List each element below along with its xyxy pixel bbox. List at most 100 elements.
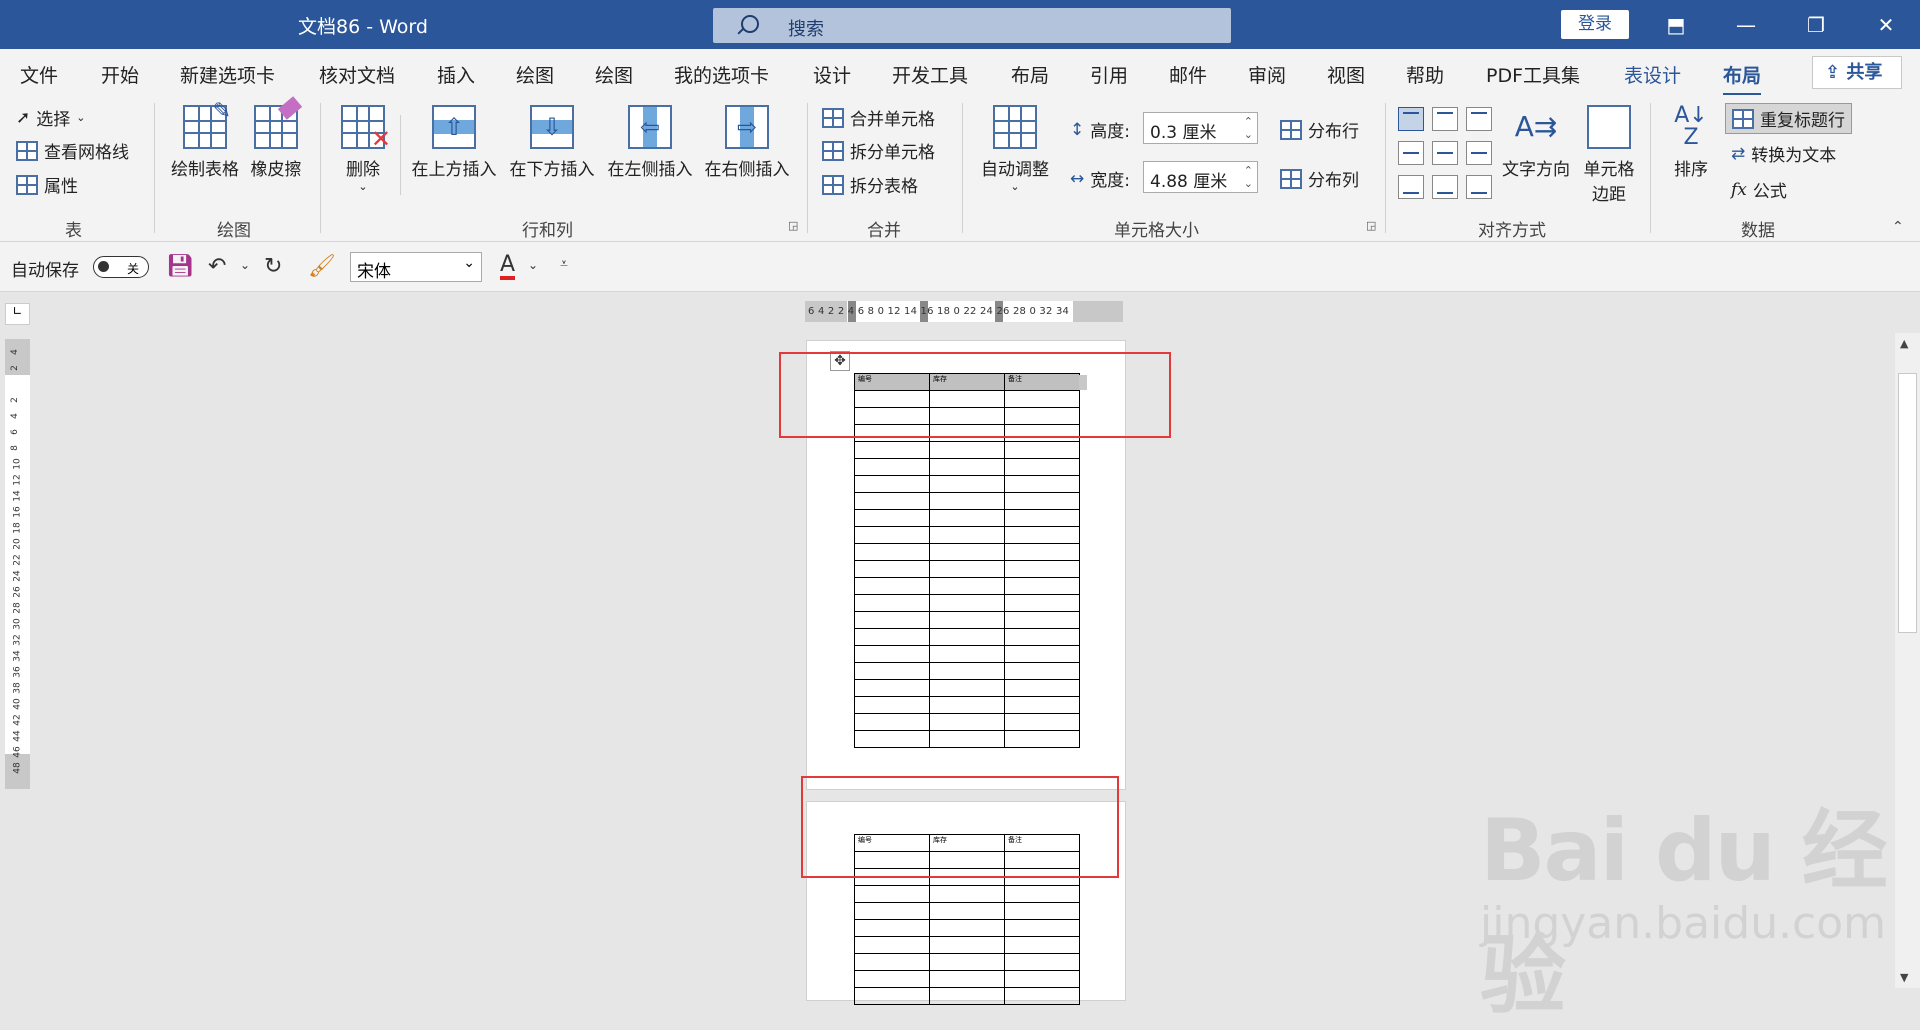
table-cell[interactable] <box>1004 662 1080 680</box>
table-cell[interactable] <box>854 560 930 578</box>
table-cell[interactable] <box>929 713 1005 731</box>
share-button[interactable]: ⇪ 共享 <box>1812 56 1902 89</box>
tab-design[interactable]: 设计 <box>813 61 851 88</box>
table-cell[interactable] <box>854 679 930 697</box>
table-cell[interactable] <box>1004 696 1080 714</box>
table-cell[interactable] <box>854 628 930 646</box>
tab-proofread[interactable]: 核对文档 <box>319 61 395 88</box>
table-cell[interactable] <box>854 594 930 612</box>
table-cell[interactable] <box>929 526 1005 544</box>
cell-margins-button[interactable]: 单元格 边距 <box>1578 105 1640 205</box>
table-cell[interactable] <box>854 645 930 663</box>
table-cell[interactable] <box>1004 679 1080 697</box>
table-cell[interactable] <box>1004 611 1080 629</box>
table-row[interactable] <box>854 509 1080 527</box>
tab-layout[interactable]: 布局 <box>1011 61 1049 88</box>
formula-button[interactable]: fx 公式 <box>1731 177 1787 203</box>
table-cell[interactable] <box>929 492 1005 510</box>
distribute-rows-button[interactable]: 分布行 <box>1280 117 1359 142</box>
table-cell[interactable] <box>1004 936 1080 954</box>
table-cell[interactable] <box>1004 628 1080 646</box>
table-cell[interactable] <box>854 919 930 937</box>
table-row[interactable] <box>854 696 1080 714</box>
align-middle-center-button[interactable] <box>1432 141 1458 165</box>
view-gridlines-button[interactable]: 查看网格线 <box>16 138 129 163</box>
table-cell[interactable] <box>929 970 1005 988</box>
table-cell[interactable] <box>929 577 1005 595</box>
insert-left-button[interactable]: ⇦ 在左侧插入 <box>604 105 696 180</box>
table-cell[interactable] <box>929 679 1005 697</box>
draw-table-button[interactable]: ✎ 绘制表格 <box>168 99 242 180</box>
tab-mailings[interactable]: 邮件 <box>1169 61 1207 88</box>
table-row[interactable] <box>854 645 1080 663</box>
tab-table-design[interactable]: 表设计 <box>1624 61 1681 88</box>
redo-icon[interactable]: ↻ <box>264 254 282 279</box>
table-row[interactable] <box>854 526 1080 544</box>
undo-icon[interactable]: ↶ <box>208 254 226 279</box>
tab-home[interactable]: 开始 <box>101 61 139 88</box>
search-box[interactable]: 搜索 <box>713 8 1231 43</box>
table-cell[interactable] <box>854 696 930 714</box>
table-cell[interactable] <box>929 628 1005 646</box>
align-bottom-center-button[interactable] <box>1432 175 1458 199</box>
table-cell[interactable] <box>1004 953 1080 971</box>
table-cell[interactable] <box>854 441 930 459</box>
table-cell[interactable] <box>1004 645 1080 663</box>
table-cell[interactable] <box>1004 543 1080 561</box>
table-row[interactable] <box>854 492 1080 510</box>
table-cell[interactable] <box>1004 713 1080 731</box>
table-cell[interactable] <box>1004 492 1080 510</box>
table-cell[interactable] <box>929 611 1005 629</box>
tab-draw-1[interactable]: 绘图 <box>516 61 554 88</box>
table-cell[interactable] <box>854 577 930 595</box>
table-cell[interactable] <box>1004 577 1080 595</box>
table-cell[interactable] <box>854 730 930 748</box>
format-painter-icon[interactable]: 🖌︎ <box>308 254 336 279</box>
align-bottom-right-button[interactable] <box>1466 175 1492 199</box>
scroll-up-icon[interactable]: ▲ <box>1900 337 1908 350</box>
height-input[interactable]: 0.3 厘米 ⌃ ⌄ <box>1143 112 1258 144</box>
table-cell[interactable] <box>1004 919 1080 937</box>
table-row[interactable] <box>854 919 1080 937</box>
table-row[interactable] <box>854 679 1080 697</box>
align-middle-right-button[interactable] <box>1466 141 1492 165</box>
tab-view[interactable]: 视图 <box>1327 61 1365 88</box>
table-row[interactable] <box>854 475 1080 493</box>
tab-selector-icon[interactable]: ∟ <box>5 303 30 325</box>
table-row[interactable] <box>854 730 1080 748</box>
table-cell[interactable] <box>854 936 930 954</box>
align-bottom-left-button[interactable] <box>1398 175 1424 199</box>
table-cell[interactable] <box>854 953 930 971</box>
split-cells-button[interactable]: 拆分单元格 <box>822 138 935 163</box>
table-cell[interactable] <box>929 987 1005 1005</box>
delete-button[interactable]: ✕ 删除 ⌄ <box>335 105 391 193</box>
table-cell[interactable] <box>929 441 1005 459</box>
table-row[interactable] <box>854 560 1080 578</box>
width-input[interactable]: 4.88 厘米 ⌃ ⌄ <box>1143 161 1258 193</box>
autofit-button[interactable]: 自动调整 ⌄ <box>975 105 1055 193</box>
table-cell[interactable] <box>854 970 930 988</box>
table-cell[interactable] <box>929 902 1005 920</box>
align-top-right-button[interactable] <box>1466 107 1492 131</box>
table-cell[interactable] <box>929 953 1005 971</box>
autosave-toggle[interactable]: 关 <box>93 256 149 278</box>
table-cell[interactable] <box>854 713 930 731</box>
login-button[interactable]: 登录 <box>1561 10 1629 39</box>
sort-button[interactable]: A↓ Z 排序 <box>1665 105 1717 181</box>
minimize-icon[interactable]: — <box>1731 10 1761 40</box>
table-cell[interactable] <box>1004 526 1080 544</box>
text-direction-button[interactable]: A⇉ 文字方向 <box>1497 105 1575 180</box>
select-button[interactable]: ➚ 选择 ⌄ <box>16 105 85 131</box>
table-row[interactable] <box>854 594 1080 612</box>
table-cell[interactable] <box>854 611 930 629</box>
font-name-select[interactable]: 宋体 ⌄ <box>350 252 482 282</box>
table-cell[interactable] <box>929 645 1005 663</box>
vertical-ruler[interactable]: 4 2 2 4 6 8 10 12 14 16 18 20 22 24 26 28 30 32 34 36 38 40 42… <box>5 339 30 789</box>
table-cell[interactable] <box>854 458 930 476</box>
table-row[interactable] <box>854 611 1080 629</box>
tab-draw-2[interactable]: 绘图 <box>595 61 633 88</box>
dialog-launcher-icon[interactable]: ◲ <box>788 219 798 232</box>
table-cell[interactable] <box>929 936 1005 954</box>
tab-file[interactable]: 文件 <box>20 61 58 88</box>
tab-pdf-tools[interactable]: PDF工具集 <box>1486 61 1580 88</box>
